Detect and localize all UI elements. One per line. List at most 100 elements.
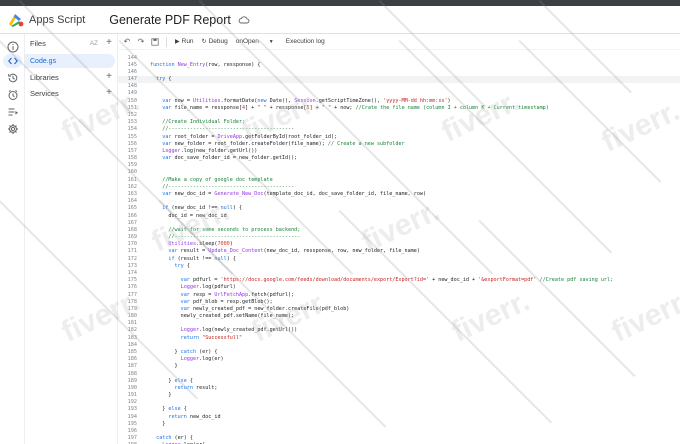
line-source: } — [150, 420, 166, 427]
code-line[interactable]: 177 var resp = UrlFetchApp.fetch(pdfurl)… — [118, 291, 680, 298]
code-line[interactable]: 197 catch (er) { — [118, 435, 680, 442]
code-line[interactable]: 180 newly_created_pdf.setName(file_name)… — [118, 312, 680, 319]
code-line[interactable]: 186 Logger.log(er) — [118, 356, 680, 363]
code-line[interactable]: 147 try { — [118, 75, 680, 83]
code-line[interactable]: 188 — [118, 370, 680, 377]
code-line[interactable]: 175 var pdfurl = 'https://docs.google.co… — [118, 277, 680, 284]
code-line[interactable]: 153 //Create Individual Folder; — [118, 119, 680, 126]
code-line[interactable]: 155 var root_folder = DriveApp.getFolder… — [118, 133, 680, 140]
line-source: } — [150, 363, 178, 370]
code-line[interactable]: 166 doc_id = new_doc_id — [118, 212, 680, 219]
editor-toolbar: ↶ ↷ ▶ Run ↻ Debug onOpen ▼ Execution log — [118, 34, 680, 50]
code-line[interactable]: 174 — [118, 269, 680, 276]
function-select-value: onOpen — [235, 38, 259, 45]
libraries-header[interactable]: Libraries + — [25, 70, 118, 84]
code-line[interactable]: 158 var doc_save_folder_id = new_folder.… — [118, 155, 680, 162]
code-line[interactable]: 159 — [118, 162, 680, 169]
line-number: 189 — [127, 377, 137, 384]
code-line[interactable]: 149 — [118, 90, 680, 97]
triggers-icon[interactable] — [6, 88, 19, 101]
code-line[interactable]: 161 //Make a copy of google doc template — [118, 176, 680, 183]
code-line[interactable]: 182 Logger.log(newly_created_pdf.getUrl(… — [118, 327, 680, 334]
code-line[interactable]: 152 — [118, 111, 680, 118]
code-line[interactable]: 194 return new_doc_id — [118, 413, 680, 420]
code-line[interactable]: 195 } — [118, 420, 680, 427]
code-line[interactable]: 169 //----------------------------------… — [118, 234, 680, 241]
save-icon[interactable] — [150, 37, 160, 47]
app-name[interactable]: Apps Script — [29, 14, 85, 26]
code-line[interactable]: 145 function New_Entry(row, ressponse) { — [118, 61, 680, 68]
code-line[interactable]: 164 — [118, 198, 680, 205]
code-line[interactable]: 189 } else { — [118, 377, 680, 384]
code-line[interactable]: 160 — [118, 169, 680, 176]
line-number: 180 — [127, 313, 137, 320]
apps-script-logo-icon[interactable] — [6, 10, 26, 30]
add-file-button[interactable]: + — [104, 38, 114, 48]
code-line[interactable]: 171 var result = Update_Doc_Content(new_… — [118, 248, 680, 255]
code-line[interactable]: 163 var new_doc_id = Generate_New_Doc(te… — [118, 190, 680, 197]
add-service-button[interactable]: + — [104, 88, 114, 98]
run-button[interactable]: ▶ Run — [175, 38, 194, 45]
code-line[interactable]: 193 } else { — [118, 406, 680, 413]
redo-icon[interactable]: ↷ — [136, 37, 146, 47]
executions-icon[interactable] — [6, 105, 19, 118]
execution-log-button[interactable]: Execution log — [286, 38, 325, 45]
code-line[interactable]: 170 Utilities.sleep(7000) — [118, 241, 680, 248]
code-icon[interactable] — [3, 54, 22, 68]
code-line[interactable]: 162 //----------------------------------… — [118, 183, 680, 190]
code-line[interactable]: 190 return result; — [118, 384, 680, 391]
file-item-code-gs[interactable]: Code.gs — [25, 54, 115, 68]
line-number: 185 — [127, 348, 137, 355]
code-line[interactable]: 179 var newly_created_pdf = new_folder.c… — [118, 305, 680, 312]
line-number: 159 — [127, 162, 137, 169]
line-number: 196 — [127, 427, 137, 434]
code-line[interactable]: 176 Logger.log(pdfurl) — [118, 284, 680, 291]
code-line[interactable]: 148 — [118, 83, 680, 90]
code-line[interactable]: 183 return "Successfull" — [118, 334, 680, 341]
code-line[interactable]: 192 — [118, 399, 680, 406]
line-source: catch (er) { — [156, 435, 193, 442]
code-line[interactable]: 157 Logger.log(new_folder.getUrl()) — [118, 147, 680, 154]
code-line[interactable]: 165 if (new_doc_id !== null) { — [118, 205, 680, 212]
sort-az-icon[interactable]: AZ — [90, 40, 98, 47]
debug-button[interactable]: ↻ Debug — [202, 38, 228, 45]
code-line[interactable]: 154 //----------------------------------… — [118, 126, 680, 133]
code-line[interactable]: 168 //wait for some seconds to process b… — [118, 226, 680, 233]
line-source: newly_created_pdf.setName(file_name); — [150, 313, 295, 320]
services-header[interactable]: Services + — [25, 86, 118, 100]
history-icon[interactable] — [6, 71, 19, 84]
code-line[interactable]: 172 if (result !== null) { — [118, 255, 680, 262]
code-line[interactable]: 184 — [118, 341, 680, 348]
line-number: 164 — [127, 198, 137, 205]
line-number: 183 — [127, 334, 137, 341]
function-select[interactable]: onOpen ▼ — [236, 38, 274, 45]
code-line[interactable]: 173 try { — [118, 262, 680, 269]
code-line[interactable]: 156 var new_folder = root_folder.createF… — [118, 140, 680, 147]
project-title[interactable]: Generate PDF Report — [109, 13, 231, 27]
code-line[interactable]: 146 — [118, 68, 680, 75]
code-line[interactable]: 191 } — [118, 391, 680, 398]
undo-icon[interactable]: ↶ — [122, 37, 132, 47]
code-line[interactable]: 196 — [118, 427, 680, 434]
line-source: var newly_created_pdf = new_folder.creat… — [180, 305, 350, 312]
line-source: //wait for some seconds to process backe… — [168, 226, 301, 233]
code-editor: ↶ ↷ ▶ Run ↻ Debug onOpen ▼ Execution log… — [118, 34, 680, 444]
files-label: Files — [30, 38, 46, 48]
line-number: 160 — [127, 169, 137, 176]
add-library-button[interactable]: + — [104, 72, 114, 82]
code-line[interactable]: 178 var pdf_blob = resp.getBlob(); — [118, 298, 680, 305]
code-line[interactable]: 185 } catch (er) { — [118, 348, 680, 355]
code-line[interactable]: 181 — [118, 320, 680, 327]
info-icon[interactable] — [6, 40, 19, 53]
code-line[interactable]: 150 var now = Utilities.formatDate(new D… — [118, 97, 680, 104]
settings-icon[interactable] — [6, 122, 19, 135]
line-number: 182 — [127, 327, 137, 334]
code-area[interactable]: 144 145 function New_Entry(row, ressponse)… — [118, 54, 680, 444]
code-line[interactable]: 167 — [118, 219, 680, 226]
code-line[interactable]: 151 var file_name = ressponse[4] + " " +… — [118, 104, 680, 111]
code-line[interactable]: 187 } — [118, 363, 680, 370]
line-source: try { — [174, 262, 190, 269]
code-line[interactable]: 144 — [118, 54, 680, 61]
line-number: 169 — [127, 234, 137, 241]
cloud-sync-icon — [238, 14, 250, 26]
